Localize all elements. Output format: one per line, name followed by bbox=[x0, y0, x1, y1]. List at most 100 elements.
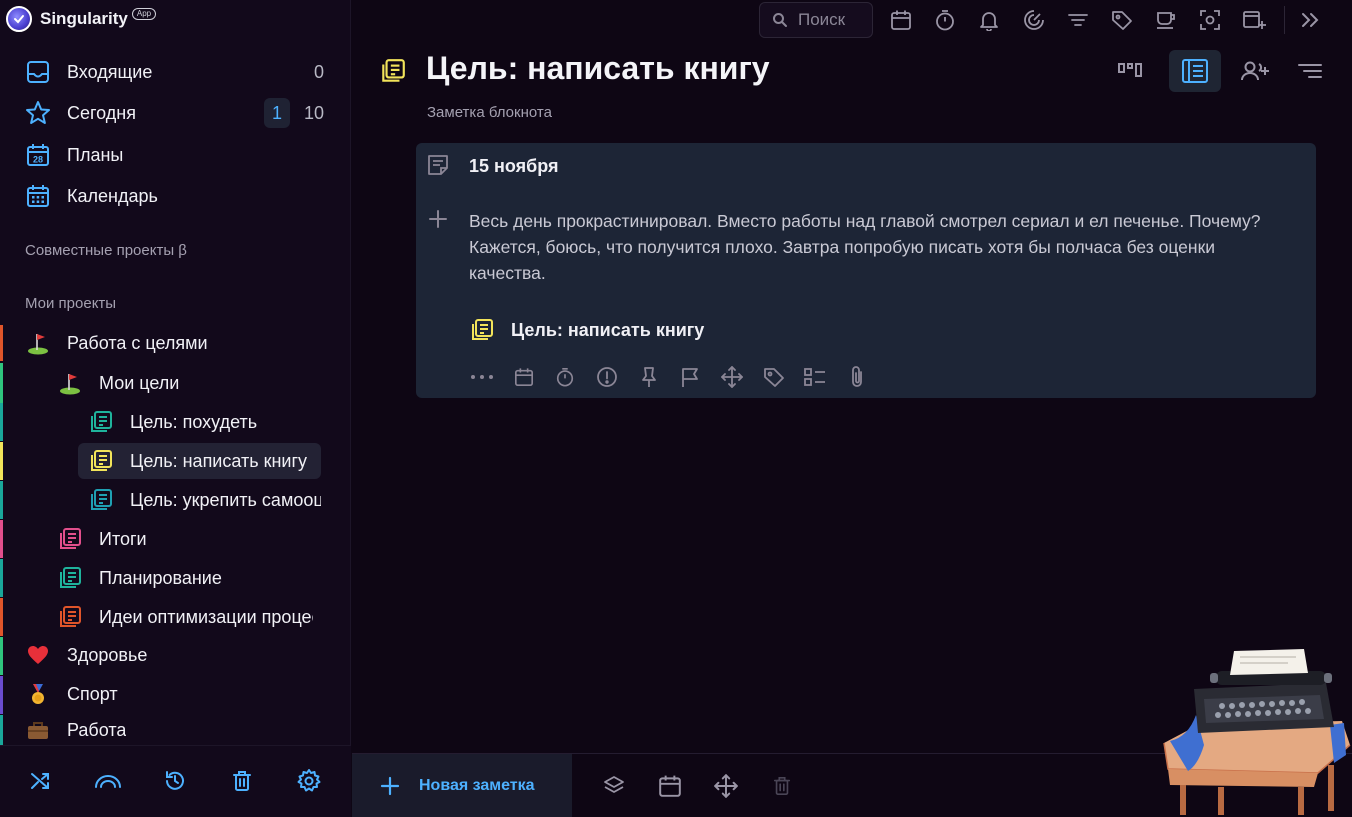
flag-icon[interactable] bbox=[677, 364, 703, 390]
golf-flag-icon bbox=[57, 370, 83, 396]
brand[interactable]: Singularity App bbox=[6, 6, 157, 32]
tree-item-label: Планирование bbox=[99, 567, 222, 588]
screenshot-icon[interactable] bbox=[1197, 7, 1223, 33]
tag-icon[interactable] bbox=[761, 364, 787, 390]
tree-item-goal-write-book[interactable]: Цель: написать книгу bbox=[78, 443, 321, 479]
edge-strip bbox=[0, 325, 3, 361]
pin-icon[interactable] bbox=[636, 364, 662, 390]
svg-text:28: 28 bbox=[33, 155, 43, 165]
notebook-icon bbox=[382, 59, 405, 82]
tree-item-label: Спорт bbox=[67, 683, 118, 704]
briefcase-icon bbox=[25, 717, 51, 743]
sidebar: Singularity App Входящие 0 Сегодня 1 10 … bbox=[0, 0, 351, 817]
coffee-cup-icon[interactable] bbox=[1153, 7, 1179, 33]
add-user-icon[interactable] bbox=[1229, 50, 1281, 92]
move-arrows-icon[interactable] bbox=[719, 364, 745, 390]
bell-icon[interactable] bbox=[976, 7, 1002, 33]
singularity-logo-icon bbox=[6, 6, 32, 32]
sort-icon[interactable] bbox=[1284, 50, 1336, 92]
nav-plans-label: Планы bbox=[67, 144, 124, 165]
tree-item-goals-work[interactable]: Работа с целями bbox=[25, 325, 325, 361]
calendar-icon[interactable] bbox=[511, 364, 537, 390]
note-date: 15 ноября bbox=[469, 156, 559, 176]
settings-gear-icon[interactable] bbox=[294, 766, 324, 796]
edge-strip bbox=[0, 559, 3, 597]
filter-icon[interactable] bbox=[1065, 7, 1091, 33]
layers-icon[interactable] bbox=[600, 772, 628, 800]
kanban-view-icon[interactable] bbox=[1104, 50, 1156, 92]
notebook-icon bbox=[472, 319, 493, 340]
tree-item-health[interactable]: Здоровье bbox=[25, 637, 325, 673]
nav-today-count: 10 bbox=[303, 102, 324, 123]
tree-item-label: Цель: укрепить самооценку bbox=[130, 489, 321, 510]
focus-target-icon[interactable] bbox=[1021, 7, 1047, 33]
section-my-projects[interactable]: Мои проекты bbox=[25, 295, 116, 312]
tag-icon[interactable] bbox=[1109, 7, 1135, 33]
typewriter-illustration bbox=[1163, 649, 1351, 815]
plus-icon bbox=[380, 776, 400, 796]
tree-item-sport[interactable]: Спорт bbox=[25, 676, 325, 712]
trash-icon[interactable] bbox=[227, 766, 257, 796]
edge-strip bbox=[0, 715, 3, 745]
golf-flag-icon bbox=[25, 330, 51, 356]
edge-strip bbox=[0, 442, 3, 480]
history-icon[interactable] bbox=[160, 766, 190, 796]
shuffle-icon[interactable] bbox=[26, 766, 56, 796]
tree-item-label: Идеи оптимизации процессов bbox=[99, 606, 313, 627]
nav-today[interactable]: Сегодня 1 10 bbox=[24, 98, 330, 128]
page-subtitle: Заметка блокнота bbox=[427, 104, 552, 121]
calendar-icon bbox=[24, 182, 52, 210]
nav-inbox[interactable]: Входящие 0 bbox=[24, 57, 330, 87]
rainbow-icon[interactable] bbox=[93, 766, 123, 796]
tree-item-my-goals[interactable]: Мои цели bbox=[57, 365, 325, 401]
nav-plans[interactable]: 28 Планы bbox=[24, 140, 330, 170]
nav-today-overdue-count: 1 bbox=[264, 98, 290, 128]
tree-item-planning[interactable]: Планирование bbox=[57, 560, 321, 596]
edge-strip bbox=[0, 676, 3, 714]
tree-item-goal-self-esteem[interactable]: Цель: укрепить самооценку bbox=[78, 482, 321, 518]
stopwatch-icon[interactable] bbox=[932, 7, 958, 33]
paperclip-icon[interactable] bbox=[844, 364, 870, 390]
more-dots-icon[interactable] bbox=[469, 364, 495, 390]
plus-icon[interactable] bbox=[426, 207, 450, 231]
notebook-icon bbox=[88, 409, 114, 435]
section-shared-projects[interactable]: Совместные проекты β bbox=[25, 242, 187, 259]
notebook-icon bbox=[88, 487, 114, 513]
notebook-icon bbox=[88, 448, 114, 474]
toolbar-divider bbox=[1284, 6, 1285, 34]
tree-item-optimization-ideas[interactable]: Идеи оптимизации процессов bbox=[57, 599, 313, 635]
brand-badge: App bbox=[131, 8, 157, 20]
note-body[interactable]: Весь день прокрастинировал. Вместо работ… bbox=[469, 208, 1269, 286]
search-input[interactable] bbox=[798, 10, 868, 30]
edge-strip bbox=[0, 637, 3, 675]
chevron-double-right-icon[interactable] bbox=[1297, 7, 1323, 33]
tree-item-work[interactable]: Работа bbox=[25, 715, 325, 745]
nav-calendar[interactable]: Календарь bbox=[24, 181, 330, 211]
search-box[interactable] bbox=[759, 2, 873, 38]
edge-strip bbox=[0, 520, 3, 558]
new-note-button[interactable]: Новая заметка bbox=[352, 754, 572, 817]
tree-item-label: Работа bbox=[67, 719, 127, 740]
new-note-label: Новая заметка bbox=[419, 777, 535, 794]
nav-today-label: Сегодня bbox=[67, 102, 136, 123]
trash-icon[interactable] bbox=[768, 772, 796, 800]
stopwatch-icon[interactable] bbox=[552, 364, 578, 390]
nav-inbox-count: 0 bbox=[313, 61, 324, 82]
notebook-icon bbox=[57, 526, 83, 552]
add-window-icon[interactable] bbox=[1241, 7, 1267, 33]
edge-strip bbox=[0, 363, 3, 403]
calendar-day-icon: 28 bbox=[24, 141, 52, 169]
calendar-icon[interactable] bbox=[656, 772, 684, 800]
note-card[interactable]: 15 ноября Весь день прокрастинировал. Вм… bbox=[416, 143, 1316, 398]
move-arrows-icon[interactable] bbox=[712, 772, 740, 800]
list-view-icon[interactable] bbox=[1169, 50, 1221, 92]
checklist-icon[interactable] bbox=[802, 364, 828, 390]
tree-item-goal-lose-weight[interactable]: Цель: похудеть bbox=[78, 404, 321, 440]
page-title[interactable]: Цель: написать книгу bbox=[426, 50, 770, 87]
priority-icon[interactable] bbox=[594, 364, 620, 390]
notebook-icon bbox=[57, 604, 83, 630]
tree-item-results[interactable]: Итоги bbox=[57, 521, 321, 557]
note-project-link[interactable]: Цель: написать книгу bbox=[469, 316, 704, 344]
calendar-icon[interactable] bbox=[888, 7, 914, 33]
nav-inbox-label: Входящие bbox=[67, 61, 153, 82]
